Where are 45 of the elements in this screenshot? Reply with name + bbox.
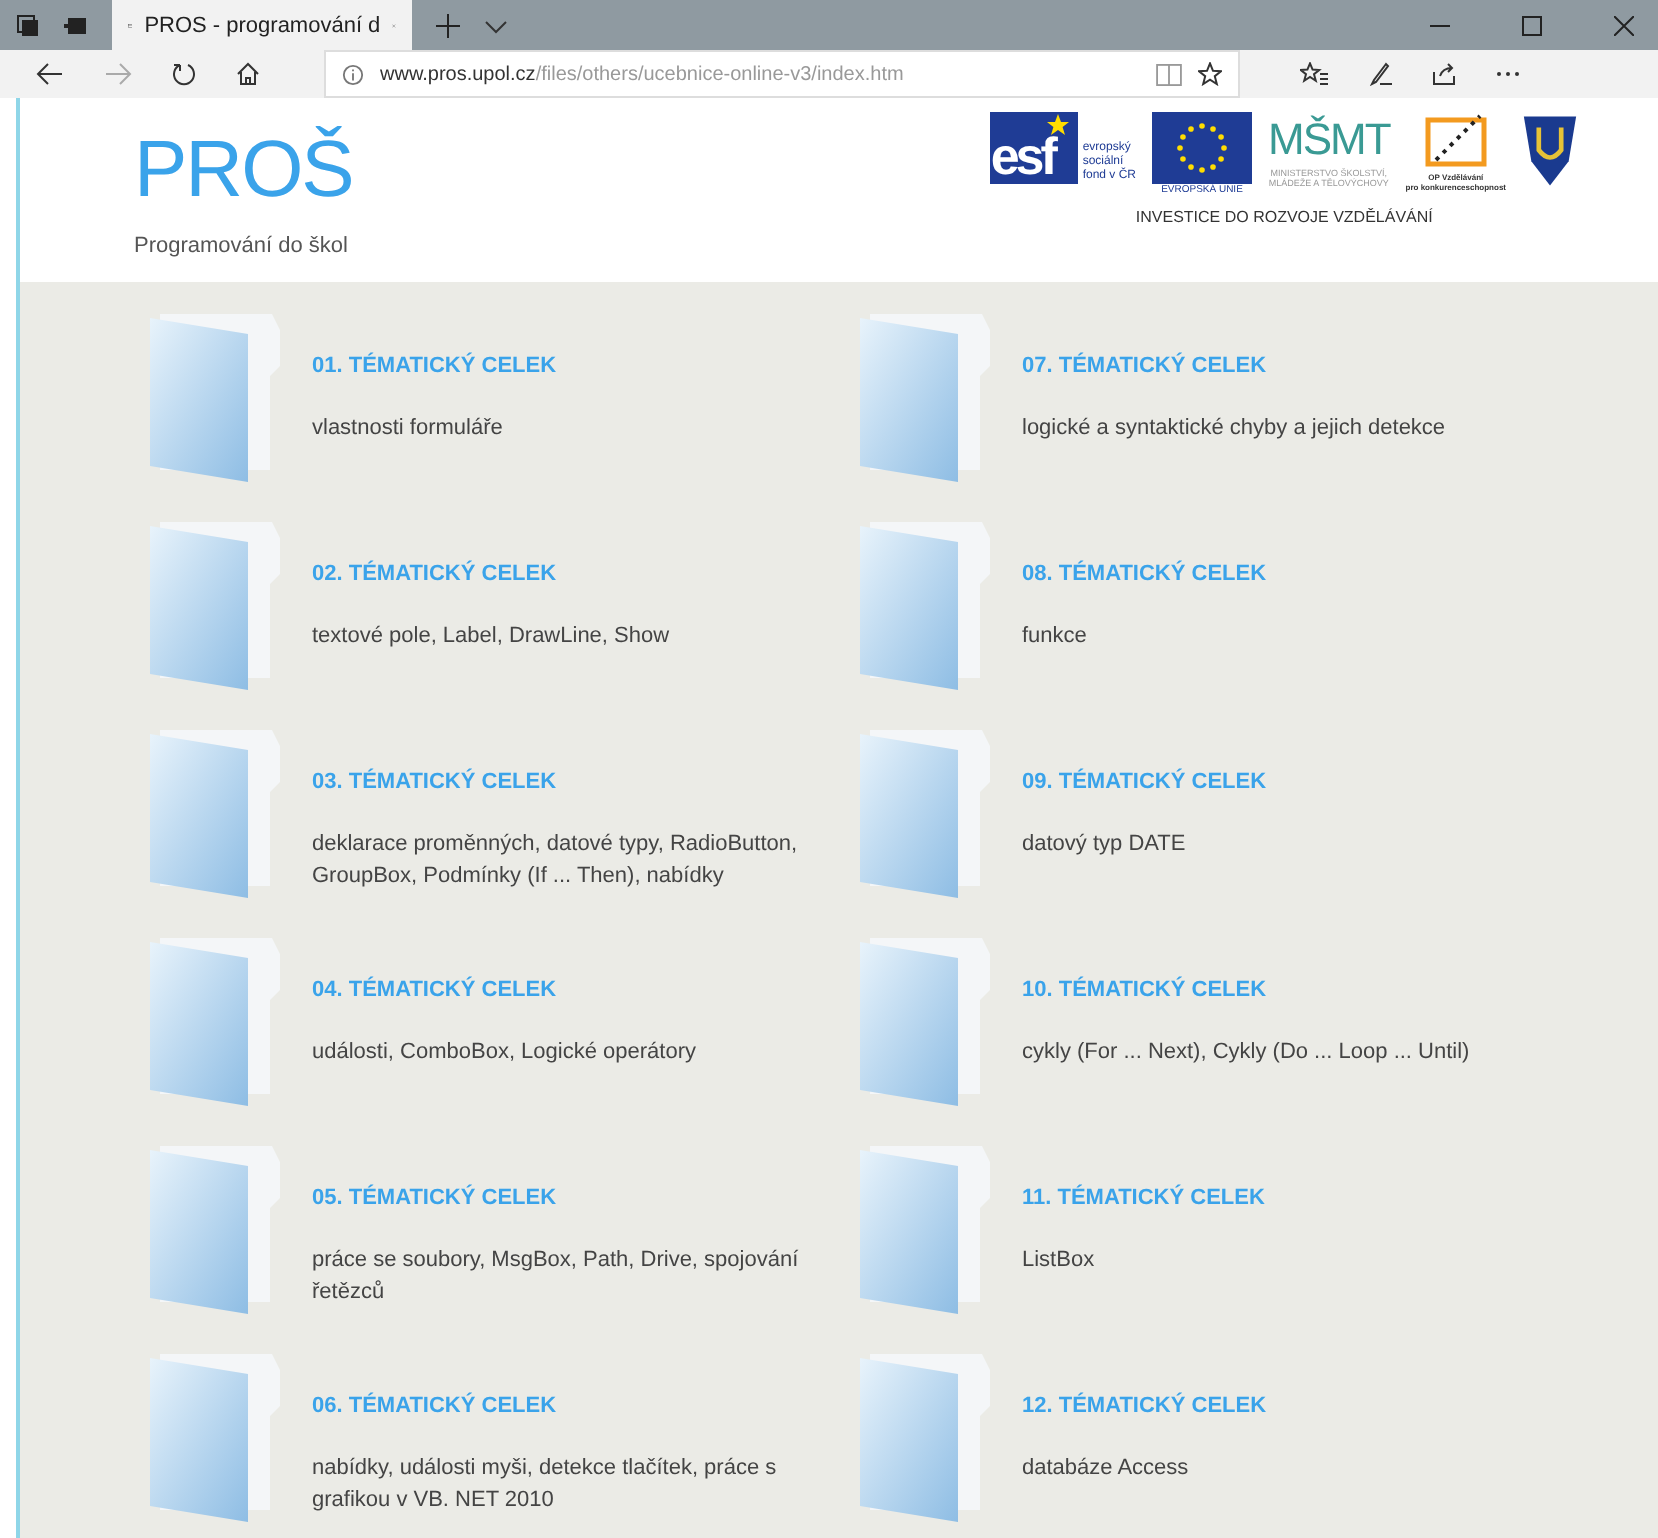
section-description: cykly (For ... Next), Cykly (Do ... Loop ... Until) <box>1022 1038 1472 1068</box>
section-description: logické a syntaktické chyby a jejich detekce <box>1022 414 1448 444</box>
back-icon[interactable] <box>36 62 64 86</box>
close-icon[interactable] <box>1614 15 1634 35</box>
section-link[interactable]: 02. TÉMATICKÝ CELEK <box>312 562 822 586</box>
section-description: databáze Access <box>1022 1454 1191 1484</box>
reading-view-icon[interactable] <box>1156 63 1182 85</box>
address-bar[interactable]: www.pros.upol.cz/files/others/ucebnice-online-v3/index.htm <box>324 50 1240 98</box>
section-link[interactable]: 12. TÉMATICKÝ CELEK <box>1022 1394 1532 1418</box>
section-description: události, ComboBox, Logické operátory <box>312 1038 698 1068</box>
section-description: deklarace proměnných, datové typy, RadioButton, GroupBox, Podmínky (If ... Then), nabídky <box>312 830 800 892</box>
section-link[interactable]: 07. TÉMATICKÝ CELEK <box>1022 354 1532 378</box>
section-description: datový typ DATE <box>1022 830 1188 860</box>
favorites-icon[interactable] <box>1300 62 1328 86</box>
tagline: INVESTICE DO ROZVOJE VZDĚLÁVÁNÍ <box>1135 208 1433 226</box>
section-description: textové pole, Label, DrawLine, Show <box>312 622 672 652</box>
section-link[interactable]: 09. TÉMATICKÝ CELEK <box>1022 770 1532 794</box>
refresh-icon[interactable] <box>172 62 196 86</box>
star-icon[interactable] <box>1198 62 1222 86</box>
pen-icon[interactable] <box>1368 62 1392 86</box>
section-link[interactable]: 10. TÉMATICKÝ CELEK <box>1022 978 1532 1002</box>
section-description: nabídky, události myši, detekce tlačítek, práce s grafikou v VB. NET 2010 <box>312 1454 779 1516</box>
section-link[interactable]: 04. TÉMATICKÝ CELEK <box>312 978 822 1002</box>
share-icon[interactable] <box>1432 62 1456 86</box>
section-description: vlastnosti formuláře <box>312 414 505 444</box>
section-description: práce se soubory, MsgBox, Path, Drive, spojování řetězců <box>312 1246 801 1308</box>
tab-preview-icon[interactable] <box>64 13 88 37</box>
new-tab-icon[interactable] <box>436 13 460 37</box>
section-link[interactable]: 06. TÉMATICKÝ CELEK <box>312 1394 822 1418</box>
section-description: ListBox <box>1022 1246 1097 1276</box>
university-shield-icon <box>1522 112 1578 188</box>
section-link[interactable]: 11. TÉMATICKÝ CELEK <box>1022 1186 1532 1210</box>
info-icon[interactable] <box>342 63 364 85</box>
section-link[interactable]: 05. TÉMATICKÝ CELEK <box>312 1186 822 1210</box>
maximize-icon[interactable] <box>1522 15 1542 35</box>
tabs-aside-icon[interactable] <box>16 13 40 37</box>
site-logo[interactable]: PROŠ <box>134 126 353 214</box>
section-link[interactable]: 03. TÉMATICKÝ CELEK <box>312 770 822 794</box>
home-icon[interactable] <box>236 62 260 86</box>
browser-tab[interactable]: PROS - programování d <box>112 0 412 50</box>
section-link[interactable]: 01. TÉMATICKÝ CELEK <box>312 354 822 378</box>
section-link[interactable]: 08. TÉMATICKÝ CELEK <box>1022 562 1532 586</box>
more-icon[interactable] <box>1496 70 1520 78</box>
site-subtitle: Programování do škol <box>134 234 350 258</box>
section-description: funkce <box>1022 622 1089 652</box>
